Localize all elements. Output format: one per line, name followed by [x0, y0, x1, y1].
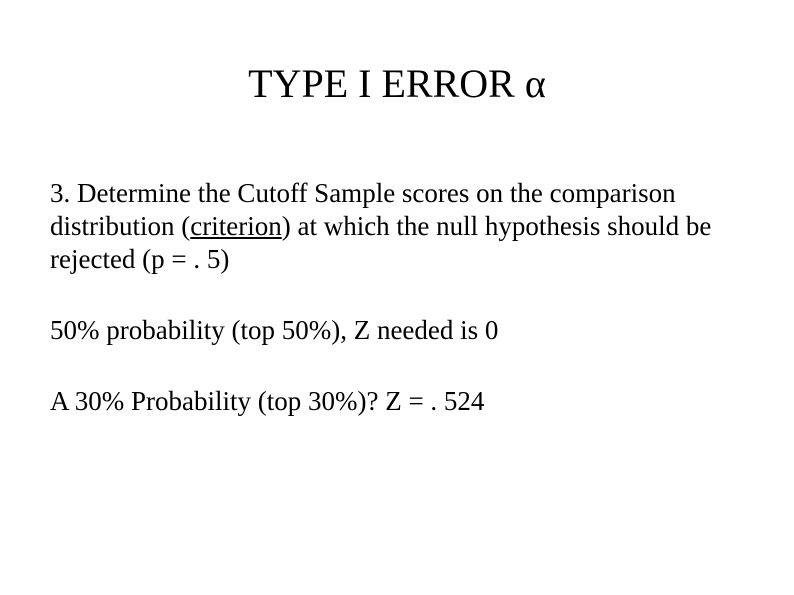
paragraph-step3: 3. Determine the Cutoff Sample scores on…: [50, 177, 744, 276]
paragraph-30pct: A 30% Probability (top 30%)? Z = . 524: [50, 385, 744, 418]
slide-body: 3. Determine the Cutoff Sample scores on…: [50, 177, 744, 418]
paragraph-50pct: 50% probability (top 50%), Z needed is 0: [50, 314, 744, 347]
criterion-underline: criterion: [190, 211, 281, 241]
slide-container: TYPE I ERROR α 3. Determine the Cutoff S…: [0, 0, 794, 595]
slide-title: TYPE I ERROR α: [50, 60, 744, 107]
